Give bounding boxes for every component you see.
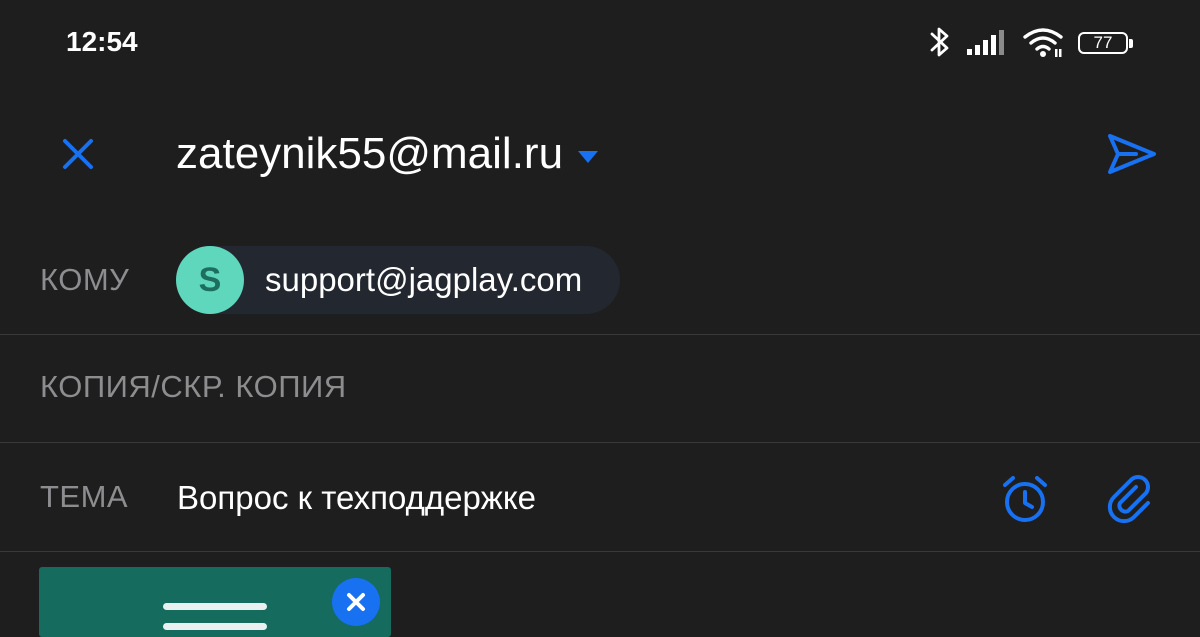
battery-icon: 77	[1078, 32, 1134, 56]
recipient-email: support@jagplay.com	[265, 261, 583, 298]
alarm-clock-icon	[1003, 476, 1047, 522]
recipient-chip[interactable]: S support@jagplay.com	[176, 246, 620, 314]
status-time: 12:54	[66, 26, 138, 57]
compose-toolbar: zateynik55@mail.ru	[0, 96, 1200, 212]
schedule-send-button[interactable]	[994, 469, 1056, 529]
subject-label: ТЕМА	[40, 479, 129, 514]
from-email: zateynik55@mail.ru	[176, 129, 564, 178]
close-icon	[63, 139, 93, 169]
from-account-selector[interactable]: zateynik55@mail.ru	[176, 126, 599, 182]
remove-attachment-button[interactable]	[332, 578, 380, 626]
attach-button[interactable]	[1100, 469, 1164, 529]
status-icons: 77	[928, 24, 1134, 64]
send-button[interactable]	[1100, 126, 1164, 182]
close-button[interactable]	[50, 126, 106, 182]
avatar: S	[176, 246, 244, 314]
close-icon	[347, 593, 365, 611]
subject-input[interactable]: Вопрос к техподдержке	[177, 479, 536, 517]
status-bar: 12:54 77	[0, 0, 1200, 88]
battery-level: 77	[1093, 33, 1113, 52]
subject-row[interactable]: ТЕМА Вопрос к техподдержке	[0, 443, 1200, 552]
to-row[interactable]: КОМУ S support@jagplay.com	[0, 224, 1200, 335]
attachment-thumbnail[interactable]	[39, 567, 391, 637]
cc-bcc-label: КОПИЯ/СКР. КОПИЯ	[40, 369, 347, 404]
signal-icon	[966, 27, 1008, 62]
cc-bcc-row[interactable]: КОПИЯ/СКР. КОПИЯ	[0, 335, 1200, 443]
paperclip-icon	[1107, 475, 1150, 524]
chevron-down-icon	[578, 151, 599, 163]
wifi-icon	[1022, 25, 1064, 64]
send-icon	[1108, 134, 1156, 174]
bluetooth-icon	[928, 24, 952, 65]
to-label: КОМУ	[40, 262, 130, 297]
